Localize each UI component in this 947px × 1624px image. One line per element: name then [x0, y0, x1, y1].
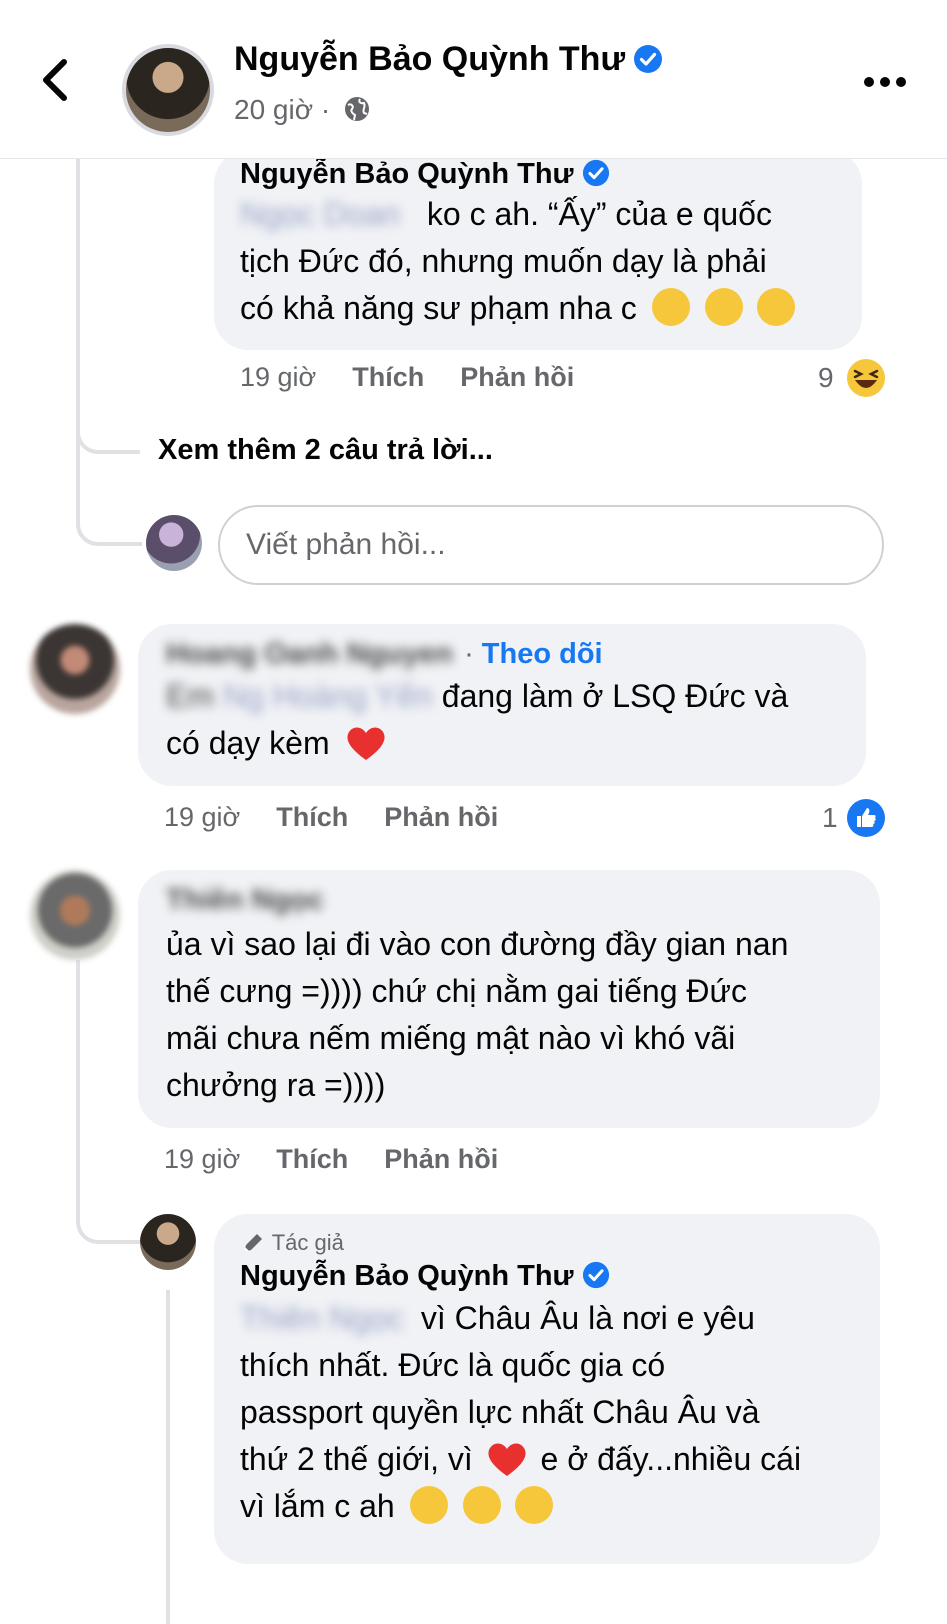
text-line: có dạy kèm [166, 725, 330, 761]
mention-link[interactable]: Thiên Ngọc [240, 1295, 412, 1342]
like-button[interactable]: Thích [276, 1144, 348, 1174]
mention-link[interactable]: Ng Hoàng Yến [223, 673, 433, 720]
comment-actions: 19 giờ Thích Phản hồi [164, 802, 498, 833]
comment-actions: 19 giờ Thích Phản hồi [164, 1144, 498, 1175]
like-button[interactable]: Thích [276, 802, 348, 832]
text-line: passport quyền lực nhất Châu Âu và [240, 1394, 760, 1430]
verified-badge-icon [634, 45, 663, 73]
verified-badge-icon [582, 159, 609, 187]
mention-link[interactable]: Ngọc Doan [240, 191, 418, 238]
text-line: tịch Đức đó, nhưng muốn dạy là phải [240, 243, 767, 279]
author-name-heading[interactable]: Nguyễn Bảo Quỳnh Thư [234, 40, 663, 79]
commenter-avatar[interactable] [30, 624, 120, 714]
comment-bubble: Thiên Ngọc ủa vì sao lại đi vào con đườn… [138, 870, 880, 1128]
author-badge: Tác giả [240, 1230, 880, 1256]
see-more-replies-link[interactable]: Xem thêm 2 câu trả lời... [158, 434, 493, 467]
text-line: ko c ah. “Ấy” của e quốc [426, 196, 772, 232]
comment-text: Em Ng Hoàng Yến đang làm ở LSQ Đức và có… [166, 673, 866, 767]
comment-header: Hoang Oanh Nguyen · Theo dõi [166, 638, 866, 671]
commenter-avatar[interactable] [30, 870, 120, 960]
current-user-avatar [146, 515, 202, 571]
grinning-sweat-emoji [651, 288, 690, 326]
more-dots-icon [864, 77, 906, 87]
laughing-emoji [462, 1486, 501, 1524]
author-avatar[interactable] [122, 44, 214, 136]
reply-text: Ngọc Doan ko c ah. “Ấy” của e quốc tịch … [240, 191, 862, 332]
text-line: có khả năng sư phạm nha c [240, 290, 637, 326]
text-line: thế cưng =)))) chứ chị nằm gai tiếng Đức [166, 973, 747, 1009]
rofl-emoji [757, 288, 796, 326]
text-line: thứ 2 thế giới, vì [240, 1441, 473, 1477]
post-meta: 20 giờ · [234, 94, 372, 126]
thread-connector [76, 470, 142, 546]
reply-author-row[interactable]: Nguyễn Bảo Quỳnh Thư [240, 1260, 880, 1293]
text-line: vì Châu Âu là nơi e yêu [420, 1300, 755, 1336]
reply-author-row[interactable]: Nguyễn Bảo Quỳnh Thư [240, 158, 862, 191]
haha-icon[interactable] [846, 358, 886, 398]
comment-time[interactable]: 19 giờ [164, 802, 240, 832]
text-line: đang làm ở LSQ Đức và [441, 678, 789, 714]
reply-author[interactable]: Nguyễn Bảo Quỳnh Thư [240, 1260, 574, 1292]
badge-label: Tác giả [271, 1230, 344, 1255]
separator: · [320, 94, 331, 125]
text-line: chưởng ra =)))) [166, 1067, 386, 1103]
laughing-emoji [409, 1486, 448, 1524]
reply-button[interactable]: Phản hồi [384, 1144, 498, 1174]
post-time[interactable]: 20 giờ [234, 94, 313, 125]
text-line: e ở đấy...nhiều cái [540, 1441, 802, 1477]
reply-button[interactable]: Phản hồi [460, 362, 574, 392]
comment-author[interactable]: Thiên Ngọc [166, 884, 326, 917]
verified-badge-icon [582, 1261, 609, 1289]
thread-line [166, 1290, 170, 1624]
text-line: ủa vì sao lại đi vào con đường đầy gian … [166, 926, 789, 962]
follow-button[interactable]: Theo dõi [482, 638, 603, 670]
separator-dot: · [464, 638, 482, 670]
comment-author[interactable]: Hoang Oanh Nguyen [166, 638, 456, 671]
reaction-count[interactable]: 1 [822, 802, 838, 834]
text-line: vì lắm c ah [240, 1488, 395, 1524]
reply-author[interactable]: Nguyễn Bảo Quỳnh Thư [240, 158, 574, 190]
reply-text: Thiên Ngọc vì Châu Âu là nơi e yêu thích… [240, 1295, 880, 1530]
comment-time[interactable]: 19 giờ [164, 1144, 240, 1174]
reply-bubble: Nguyễn Bảo Quỳnh Thư Ngọc Doan ko c ah. … [214, 150, 862, 350]
more-options-button[interactable] [861, 62, 909, 102]
back-button[interactable] [34, 52, 78, 108]
like-button[interactable]: Thích [352, 362, 424, 392]
text-line: mãi chưa nếm miếng mật nào vì khó vãi [166, 1020, 736, 1056]
pen-icon [244, 1234, 262, 1252]
reply-time[interactable]: 19 giờ [240, 362, 316, 392]
thread-connector [76, 350, 140, 454]
heart-emoji [346, 727, 385, 760]
reply-button[interactable]: Phản hồi [384, 802, 498, 832]
comment-bubble: Hoang Oanh Nguyen · Theo dõi Em Ng Hoàng… [138, 624, 866, 786]
reply-input[interactable]: Viết phản hồi... [218, 505, 884, 585]
text-prefix: Em [166, 678, 214, 714]
thread-connector [76, 1150, 142, 1244]
heart-emoji [488, 1443, 526, 1476]
reaction-count[interactable]: 9 [818, 362, 834, 394]
globe-icon [344, 97, 369, 121]
reply-actions: 19 giờ Thích Phản hồi [240, 362, 574, 393]
comment-text: ủa vì sao lại đi vào con đường đầy gian … [166, 921, 880, 1109]
author-avatar-small[interactable] [140, 1214, 196, 1270]
post-header: Nguyễn Bảo Quỳnh Thư 20 giờ · [0, 0, 947, 159]
chevron-left-icon [43, 59, 67, 101]
laughing-emoji [515, 1486, 554, 1524]
page-title[interactable]: Nguyễn Bảo Quỳnh Thư [234, 40, 625, 78]
reply-bubble: Tác giả Nguyễn Bảo Quỳnh Thư Thiên Ngọc … [214, 1214, 880, 1564]
comment-header: Thiên Ngọc [166, 884, 880, 917]
tears-of-joy-emoji [704, 288, 743, 326]
like-icon[interactable] [846, 798, 886, 838]
thread-line [76, 960, 80, 1150]
text-line: thích nhất. Đức là quốc gia có [240, 1347, 666, 1383]
